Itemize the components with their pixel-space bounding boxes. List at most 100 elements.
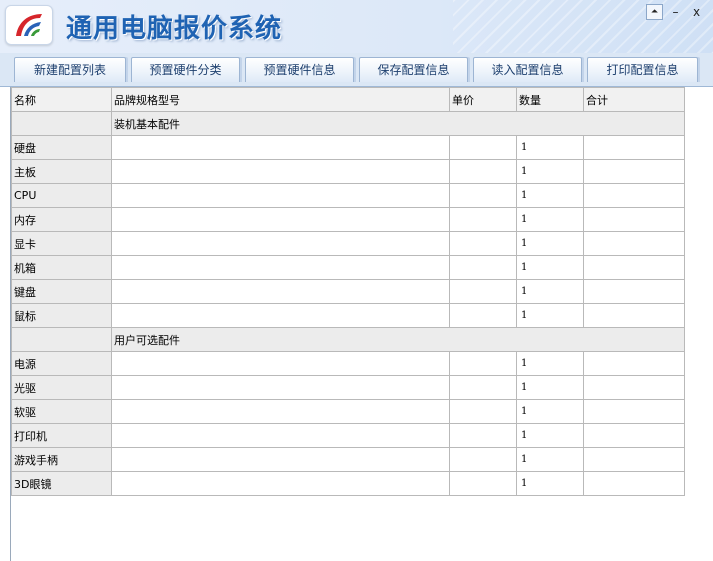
item-name-cell: 3D眼镜 (11, 471, 112, 496)
table-row[interactable]: 内存 1 (11, 207, 685, 232)
item-name-cell: 机箱 (11, 255, 112, 280)
tab-print-config[interactable]: 打印配置信息 (587, 57, 698, 82)
item-name-cell: 主板 (11, 159, 112, 184)
config-table: 名称 品牌规格型号 单价 数量 合计 装机基本配件 硬盘 1 主板 1 CPU 1 内存 1 显卡… (11, 87, 685, 496)
item-name-cell: 键盘 (11, 279, 112, 304)
qty-cell[interactable]: 1 (516, 303, 584, 328)
model-cell[interactable] (111, 375, 450, 400)
model-cell[interactable] (111, 303, 450, 328)
item-name-cell: 光驱 (11, 375, 112, 400)
model-cell[interactable] (111, 255, 450, 280)
price-cell[interactable] (449, 183, 517, 208)
table-row[interactable]: 显卡 1 (11, 231, 685, 256)
model-cell[interactable] (111, 159, 450, 184)
model-cell[interactable] (111, 351, 450, 376)
tab-new-config-list[interactable]: 新建配置列表 (14, 57, 126, 82)
price-cell[interactable] (449, 399, 517, 424)
column-header-model: 品牌规格型号 (111, 87, 450, 112)
price-cell[interactable] (449, 423, 517, 448)
minimize-button[interactable]: – (667, 4, 684, 20)
qty-cell[interactable]: 1 (516, 351, 584, 376)
close-button[interactable]: x (688, 4, 705, 20)
model-cell[interactable] (111, 423, 450, 448)
app-logo-icon (5, 5, 53, 45)
qty-cell[interactable]: 1 (516, 471, 584, 496)
price-cell[interactable] (449, 375, 517, 400)
item-name-cell: 软驱 (11, 399, 112, 424)
model-cell[interactable] (111, 183, 450, 208)
qty-cell[interactable]: 1 (516, 183, 584, 208)
column-header-price: 单价 (449, 87, 517, 112)
column-header-total: 合计 (583, 87, 685, 112)
model-cell[interactable] (111, 135, 450, 160)
tab-bar: 新建配置列表 预置硬件分类 预置硬件信息 保存配置信息 读入配置信息 打印配置信… (0, 53, 713, 87)
model-cell[interactable] (111, 471, 450, 496)
total-cell (583, 423, 685, 448)
price-cell[interactable] (449, 207, 517, 232)
section-spacer-cell (11, 327, 112, 352)
price-cell[interactable] (449, 303, 517, 328)
qty-cell[interactable]: 1 (516, 207, 584, 232)
restore-button[interactable]: ⏶ (646, 4, 663, 20)
window-controls: ⏶ – x (642, 4, 705, 20)
qty-cell[interactable]: 1 (516, 375, 584, 400)
section-spacer-cell (11, 111, 112, 136)
table-row[interactable]: 软驱 1 (11, 399, 685, 424)
total-cell (583, 255, 685, 280)
qty-cell[interactable]: 1 (516, 279, 584, 304)
title-bar: 通用电脑报价系统 (0, 0, 713, 53)
total-cell (583, 207, 685, 232)
config-table-area: 名称 品牌规格型号 单价 数量 合计 装机基本配件 硬盘 1 主板 1 CPU 1 内存 1 显卡… (10, 87, 713, 561)
price-cell[interactable] (449, 447, 517, 472)
section-title: 装机基本配件 (111, 111, 685, 136)
tab-save-config[interactable]: 保存配置信息 (359, 57, 468, 82)
table-row[interactable]: 光驱 1 (11, 375, 685, 400)
price-cell[interactable] (449, 471, 517, 496)
model-cell[interactable] (111, 279, 450, 304)
tab-preset-hardware-category[interactable]: 预置硬件分类 (131, 57, 240, 82)
table-row[interactable]: 键盘 1 (11, 279, 685, 304)
table-row[interactable]: 电源 1 (11, 351, 685, 376)
price-cell[interactable] (449, 159, 517, 184)
qty-cell[interactable]: 1 (516, 447, 584, 472)
item-name-cell: 游戏手柄 (11, 447, 112, 472)
qty-cell[interactable]: 1 (516, 135, 584, 160)
model-cell[interactable] (111, 207, 450, 232)
model-cell[interactable] (111, 399, 450, 424)
total-cell (583, 183, 685, 208)
item-name-cell: 打印机 (11, 423, 112, 448)
qty-cell[interactable]: 1 (516, 231, 584, 256)
table-row[interactable]: 主板 1 (11, 159, 685, 184)
model-cell[interactable] (111, 231, 450, 256)
table-row[interactable]: 硬盘 1 (11, 135, 685, 160)
table-row[interactable]: 鼠标 1 (11, 303, 685, 328)
table-row[interactable]: 机箱 1 (11, 255, 685, 280)
price-cell[interactable] (449, 255, 517, 280)
tab-load-config[interactable]: 读入配置信息 (473, 57, 582, 82)
table-row[interactable]: 打印机 1 (11, 423, 685, 448)
table-row[interactable]: 3D眼镜 1 (11, 471, 685, 496)
item-name-cell: 电源 (11, 351, 112, 376)
item-name-cell: 显卡 (11, 231, 112, 256)
total-cell (583, 135, 685, 160)
qty-cell[interactable]: 1 (516, 255, 584, 280)
total-cell (583, 351, 685, 376)
table-row[interactable]: 游戏手柄 1 (11, 447, 685, 472)
price-cell[interactable] (449, 351, 517, 376)
column-header-name: 名称 (11, 87, 112, 112)
item-name-cell: CPU (11, 183, 112, 208)
qty-cell[interactable]: 1 (516, 399, 584, 424)
price-cell[interactable] (449, 135, 517, 160)
qty-cell[interactable]: 1 (516, 159, 584, 184)
item-name-cell: 硬盘 (11, 135, 112, 160)
model-cell[interactable] (111, 447, 450, 472)
price-cell[interactable] (449, 279, 517, 304)
total-cell (583, 159, 685, 184)
table-row[interactable]: CPU 1 (11, 183, 685, 208)
section-header-row: 用户可选配件 (11, 327, 685, 352)
price-cell[interactable] (449, 231, 517, 256)
qty-cell[interactable]: 1 (516, 423, 584, 448)
total-cell (583, 231, 685, 256)
tab-preset-hardware-info[interactable]: 预置硬件信息 (245, 57, 354, 82)
total-cell (583, 399, 685, 424)
